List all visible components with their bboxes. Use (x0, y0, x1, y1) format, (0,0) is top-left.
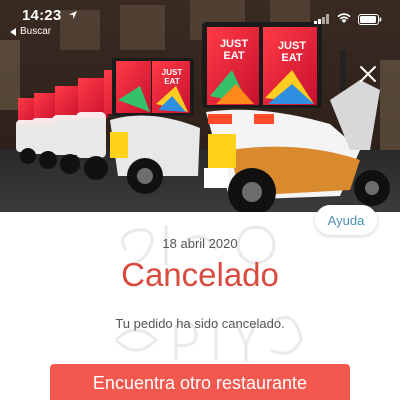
location-arrow-icon (69, 11, 77, 19)
status-time: 14:23 (22, 7, 62, 24)
order-cancelled-screen: JUST EAT JUST EAT JUST EAT 14:23 Buscar (0, 0, 400, 400)
back-arrow-icon (10, 27, 16, 36)
wifi-icon (337, 13, 351, 23)
brand-logo-front-left: JUST EAT (219, 38, 249, 62)
close-icon[interactable] (356, 62, 380, 86)
brand-logo-middle: JUST EAT (161, 68, 183, 86)
find-another-restaurant-button[interactable]: Encuentra otro restaurante (50, 364, 350, 400)
order-status-message: Tu pedido ha sido cancelado. (115, 316, 285, 331)
brand-logo-front-right: JUST EAT (277, 40, 307, 64)
status-bar: 14:23 Buscar (0, 0, 400, 40)
help-button-label: Ayuda (327, 212, 365, 228)
back-to-search-link[interactable]: Buscar (10, 26, 51, 37)
find-another-restaurant-label: Encuentra otro restaurante (92, 373, 308, 393)
back-link-label: Buscar (20, 26, 52, 37)
cellular-signal-icon (314, 14, 329, 24)
order-date: 18 abril 2020 (162, 236, 238, 251)
battery-icon (358, 14, 382, 25)
help-button[interactable]: Ayuda (315, 205, 377, 235)
order-status-title: Cancelado (121, 256, 279, 293)
